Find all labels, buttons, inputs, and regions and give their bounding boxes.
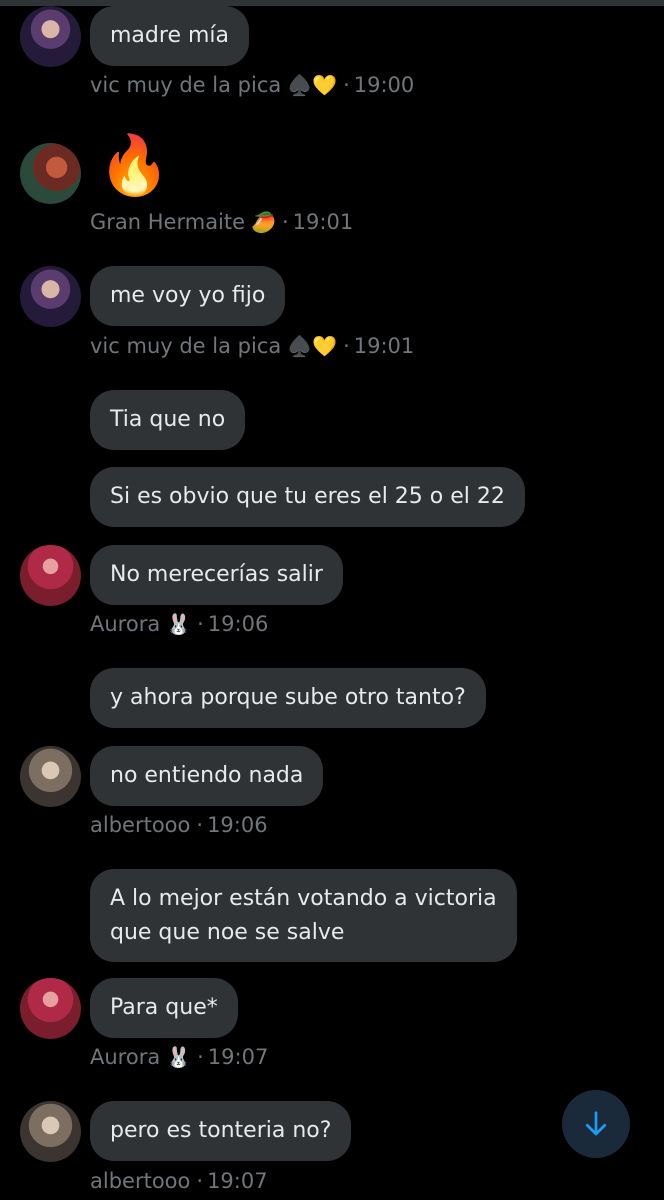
sender-emoji: ♠️💛 [287, 73, 338, 97]
sender-name[interactable]: Aurora [90, 610, 160, 638]
timestamp: 19:01 [353, 334, 415, 358]
avatar-aurora[interactable] [20, 978, 81, 1039]
message-bubble[interactable]: madre mía [90, 6, 249, 66]
sender-emoji: ♠️💛 [287, 334, 338, 358]
sender-name[interactable]: albertooo [90, 1167, 190, 1195]
message-bubble[interactable]: pero es tonteria no? [90, 1101, 352, 1161]
message-text: me voy yo fijo [110, 283, 266, 308]
message-text: Si es obvio que tu eres el 25 o el 22 [110, 484, 505, 509]
message-bubble[interactable]: y ahora porque sube otro tanto? [90, 668, 486, 728]
timestamp: 19:06 [207, 612, 269, 636]
message-bubble[interactable]: me voy yo fijo [90, 266, 286, 326]
message-text: Tia que no [110, 407, 226, 432]
sender-name[interactable]: vic muy de la pica [90, 332, 281, 360]
meta-separator: · [343, 73, 350, 97]
sender-name[interactable]: Aurora [90, 1043, 160, 1071]
meta-separator: · [197, 1045, 204, 1069]
message-text: y ahora porque sube otro tanto? [110, 685, 466, 710]
scroll-to-bottom-button[interactable] [562, 1090, 630, 1158]
message-text: Para que* [110, 995, 218, 1020]
message-meta: Aurora 🐰 · 19:07 [90, 1043, 268, 1071]
meta-separator: · [196, 1169, 204, 1193]
avatar-vic[interactable] [20, 266, 81, 327]
message-meta: Gran Hermaite 🥭 · 19:01 [90, 208, 353, 236]
timestamp: 19:07 [207, 1169, 268, 1193]
avatar-albertooo[interactable] [20, 1101, 81, 1162]
meta-separator: · [197, 612, 204, 636]
meta-separator: · [343, 334, 350, 358]
message-text: madre mía [110, 23, 229, 48]
fire-emoji-message[interactable]: 🔥 [98, 130, 170, 200]
avatar-aurora[interactable] [20, 545, 81, 606]
timestamp: 19:01 [292, 210, 354, 234]
avatar-vic[interactable] [20, 6, 81, 67]
message-text: pero es tonteria no? [110, 1118, 332, 1143]
sender-emoji: 🐰 [166, 1045, 192, 1069]
sender-name[interactable]: albertooo [90, 811, 190, 839]
message-bubble[interactable]: Para que* [90, 978, 238, 1038]
timestamp: 19:06 [207, 813, 268, 837]
top-divider [0, 0, 664, 6]
message-text: No merecerías salir [110, 562, 323, 587]
avatar-albertooo[interactable] [20, 746, 81, 807]
message-text-line: que que noe se salve [110, 919, 345, 945]
message-meta: albertooo · 19:06 [90, 811, 268, 839]
message-meta: vic muy de la pica ♠️💛 · 19:01 [90, 332, 414, 360]
timestamp: 19:07 [207, 1045, 269, 1069]
arrow-down-icon [585, 1111, 607, 1136]
sender-name[interactable]: Gran Hermaite [90, 208, 245, 236]
message-bubble[interactable]: A lo mejor están votando a victoria que … [90, 869, 517, 962]
message-bubble[interactable]: No merecerías salir [90, 545, 343, 605]
sender-emoji: 🐰 [166, 612, 192, 636]
message-meta: albertooo · 19:07 [90, 1167, 268, 1195]
message-bubble[interactable]: Tia que no [90, 390, 246, 450]
meta-separator: · [196, 813, 204, 837]
timestamp: 19:00 [353, 73, 415, 97]
message-bubble[interactable]: Si es obvio que tu eres el 25 o el 22 [90, 467, 525, 527]
meta-separator: · [281, 210, 289, 234]
sender-name[interactable]: vic muy de la pica [90, 71, 281, 99]
message-text: no entiendo nada [110, 763, 304, 788]
message-bubble[interactable]: no entiendo nada [90, 746, 324, 806]
sender-emoji: 🥭 [251, 210, 276, 234]
avatar-gran-hermaite[interactable] [20, 143, 81, 204]
message-text-line: A lo mejor están votando a victoria [110, 885, 497, 911]
message-meta: Aurora 🐰 · 19:06 [90, 610, 268, 638]
message-meta: vic muy de la pica ♠️💛 · 19:00 [90, 71, 414, 99]
